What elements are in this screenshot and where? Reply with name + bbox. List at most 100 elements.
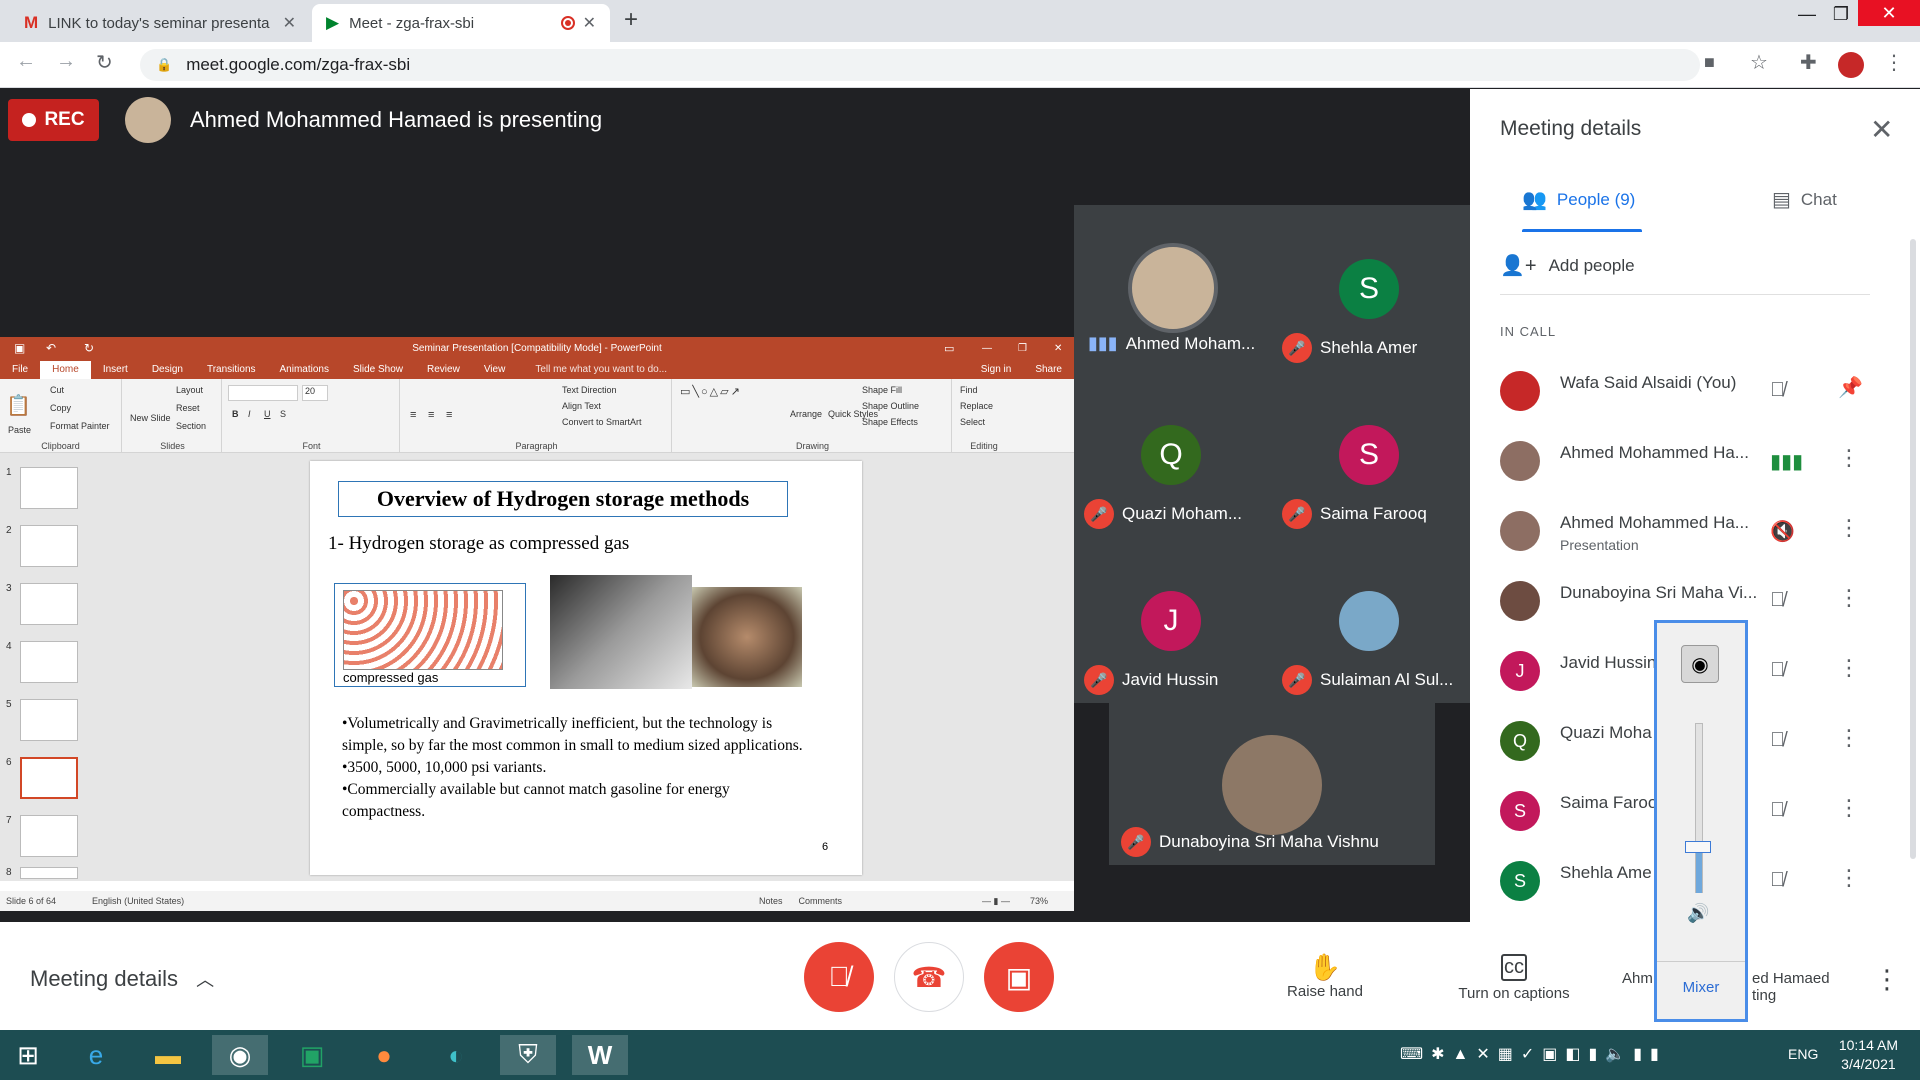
slide-thumbnail[interactable] (20, 467, 78, 509)
extensions-icon[interactable]: ✚ (1800, 50, 1817, 75)
browser-tab-meet[interactable]: ▶ Meet - zga-frax-sbi ✕ (312, 4, 610, 42)
bookmark-star-icon[interactable]: ☆ (1750, 50, 1768, 75)
paste-button[interactable]: Paste (8, 425, 31, 435)
reset-button[interactable]: Reset (176, 403, 200, 413)
ppt-tab-home[interactable]: Home (40, 361, 91, 379)
shape-effects-button[interactable]: Shape Effects (862, 417, 918, 427)
more-options-icon[interactable]: ⋮ (1874, 964, 1900, 995)
new-slide-button[interactable]: New Slide (130, 413, 171, 423)
more-options-icon[interactable]: ⋮ (1838, 795, 1860, 821)
participant-row[interactable]: Ahmed Mohammed Ha... Presentation 🔇 ⋮ (1500, 503, 1900, 559)
participant-row[interactable]: Wafa Said Alsaidi (You) 🎙̸ 📌 (1500, 363, 1900, 419)
text-direction-button[interactable]: Text Direction (562, 385, 617, 395)
copy-button[interactable]: Copy (50, 403, 71, 413)
browser-tab-gmail[interactable]: M LINK to today's seminar presenta ✕ (10, 4, 310, 42)
ppt-sign-in[interactable]: Sign in (969, 364, 1024, 375)
taskbar-clock[interactable]: 10:14 AM 3/4/2021 (1839, 1036, 1898, 1074)
back-icon[interactable]: ← (16, 50, 36, 73)
volume-slider-thumb[interactable] (1685, 841, 1711, 853)
word-icon[interactable]: W (572, 1035, 628, 1075)
convert-smartart-button[interactable]: Convert to SmartArt (562, 417, 642, 427)
ppt-tab-design[interactable]: Design (140, 364, 195, 375)
shapes-gallery-icon[interactable]: ▭╲○△▱↗ (680, 385, 742, 398)
paste-icon[interactable]: 📋 (6, 393, 31, 418)
chrome-icon[interactable]: ◉ (212, 1035, 268, 1075)
zoom-level[interactable]: 73% (1030, 896, 1048, 906)
more-options-icon[interactable]: ⋮ (1838, 725, 1860, 751)
shape-fill-button[interactable]: Shape Fill (862, 385, 902, 395)
captions-button[interactable]: cc Turn on captions (1444, 952, 1584, 1002)
ppt-tab-transitions[interactable]: Transitions (195, 364, 268, 375)
mcafee-icon[interactable]: ⛨ (500, 1035, 556, 1075)
shape-outline-button[interactable]: Shape Outline (862, 401, 919, 411)
bold-icon[interactable]: B (232, 409, 239, 419)
ppt-restore-icon[interactable]: ❐ (1018, 343, 1027, 354)
browser-menu-icon[interactable]: ⋮ (1884, 50, 1904, 75)
arrange-button[interactable]: Arrange (790, 409, 822, 419)
new-tab-button[interactable]: + (624, 6, 638, 34)
profile-avatar[interactable] (1838, 52, 1864, 78)
participant-tile[interactable]: 🎤 Sulaiman Al Sul... (1272, 537, 1470, 703)
slide-thumbnail[interactable] (20, 815, 78, 857)
add-people-button[interactable]: 👤+ Add people (1500, 253, 1635, 278)
edge-icon[interactable]: ◐ (428, 1035, 484, 1075)
undo-icon[interactable]: ↶ (46, 341, 56, 355)
participant-tile[interactable]: ▮▮▮ Ahmed Moham... (1074, 205, 1272, 371)
redo-icon[interactable]: ↻ (84, 341, 94, 355)
current-slide[interactable]: Overview of Hydrogen storage methods 1- … (310, 461, 862, 875)
forward-icon[interactable]: → (56, 50, 76, 73)
align-text-button[interactable]: Align Text (562, 401, 601, 411)
file-explorer-icon[interactable]: ▬ (140, 1035, 196, 1075)
close-tab-icon[interactable]: ✕ (583, 13, 596, 33)
omnibox[interactable]: 🔒 meet.google.com/zga-frax-sbi (140, 49, 1700, 81)
slide-thumbnail-selected[interactable] (20, 757, 78, 799)
store-icon[interactable]: ▣ (284, 1035, 340, 1075)
italic-icon[interactable]: I (248, 409, 251, 419)
input-language[interactable]: ENG (1788, 1046, 1818, 1062)
align-left-icon[interactable]: ≡ (410, 409, 416, 421)
align-right-icon[interactable]: ≡ (446, 409, 452, 421)
ppt-tab-slideshow[interactable]: Slide Show (341, 364, 415, 375)
cut-button[interactable]: Cut (50, 385, 64, 395)
participant-tile[interactable]: J 🎤 Javid Hussin (1074, 537, 1272, 703)
ppt-tab-view[interactable]: View (472, 364, 518, 375)
meeting-details-toggle[interactable]: Meeting details ︿ (30, 966, 214, 992)
speaker-device-icon[interactable]: ◉ (1681, 645, 1719, 683)
system-tray-icons[interactable]: ⌨✱▲✕▦✓▣◧▮🔈▮▮ (1400, 1044, 1667, 1064)
more-options-icon[interactable]: ⋮ (1838, 515, 1860, 541)
tell-me-box[interactable]: Tell me what you want to do... (523, 364, 679, 375)
mic-toggle-button[interactable]: 🎙̸ (804, 942, 874, 1012)
close-tab-icon[interactable]: ✕ (283, 13, 296, 33)
align-center-icon[interactable]: ≡ (428, 409, 434, 421)
format-painter-button[interactable]: Format Painter (50, 421, 110, 431)
ppt-tab-insert[interactable]: Insert (91, 364, 140, 375)
ppt-close-icon[interactable]: ✕ (1054, 343, 1062, 354)
language-status[interactable]: English (United States) (92, 896, 184, 906)
close-window-button[interactable]: ✕ (1858, 0, 1920, 26)
participant-tile[interactable]: S 🎤 Shehla Amer (1272, 205, 1470, 371)
internet-explorer-icon[interactable]: e (68, 1035, 124, 1075)
more-options-icon[interactable]: ⋮ (1838, 865, 1860, 891)
presenting-button[interactable]: Ahm (1622, 970, 1653, 987)
section-button[interactable]: Section (176, 421, 206, 431)
windows-start-icon[interactable]: ⊞ (0, 1035, 56, 1075)
participant-row[interactable]: Ahmed Mohammed Ha... ▮▮▮ ⋮ (1500, 433, 1900, 489)
participant-tile[interactable]: 🎤 Dunaboyina Sri Maha Vishnu (1109, 703, 1435, 865)
font-name-box[interactable] (228, 385, 298, 401)
participant-tile[interactable]: S 🎤 Saima Farooq (1272, 371, 1470, 537)
camera-icon[interactable]: ■ (1704, 52, 1715, 73)
slide-thumbnail[interactable] (20, 699, 78, 741)
ribbon-display-icon[interactable]: ▭ (944, 342, 954, 355)
more-options-icon[interactable]: ⋮ (1838, 655, 1860, 681)
slide-thumbnail[interactable] (20, 583, 78, 625)
raise-hand-button[interactable]: ✋ Raise hand (1270, 952, 1380, 1000)
shadow-icon[interactable]: S (280, 409, 286, 419)
slide-thumbnail[interactable] (20, 525, 78, 567)
zoom-slider[interactable]: — ▮ — (982, 896, 1010, 907)
mixer-link[interactable]: Mixer (1657, 979, 1745, 996)
replace-button[interactable]: Replace (960, 401, 993, 411)
select-button[interactable]: Select (960, 417, 985, 427)
camera-toggle-button[interactable]: ▣ (984, 942, 1054, 1012)
ppt-tab-review[interactable]: Review (415, 364, 472, 375)
participant-tile[interactable]: Q 🎤 Quazi Moham... (1074, 371, 1272, 537)
